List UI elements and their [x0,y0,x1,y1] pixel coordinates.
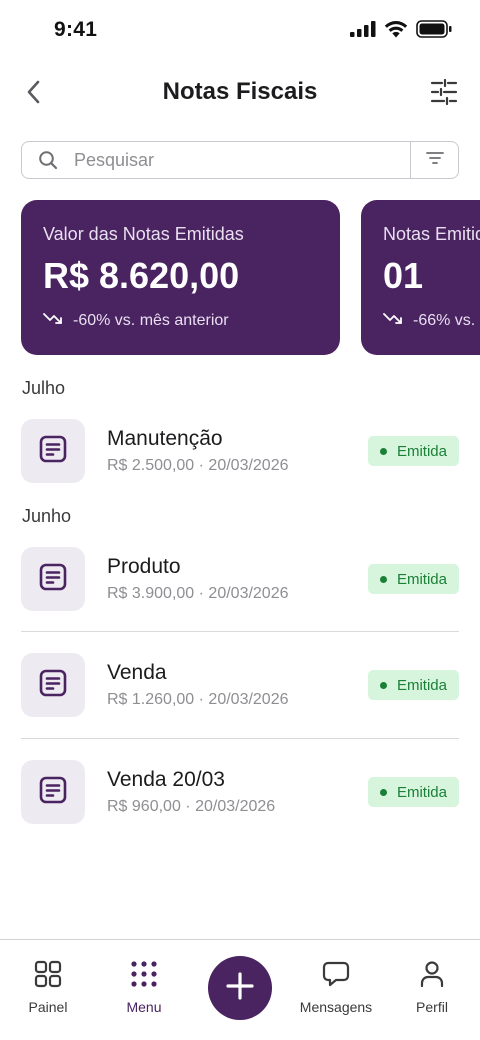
note-subtitle: R$ 1.260,00 · 20/03/2026 [107,691,368,709]
document-icon [38,668,68,703]
note-text: Manutenção R$ 2.500,00 · 20/03/2026 [107,427,368,475]
search-icon [36,148,60,172]
note-icon-tile [21,547,85,611]
status-badge: Emitida [367,777,459,807]
status-badge: Emitida [367,564,459,594]
note-title: Venda 20/03 [107,768,225,791]
status-bar: 9:41 [0,0,480,62]
note-amount: R$ 3.900,00 [107,585,195,602]
separator: · [198,691,204,708]
note-icon-tile [21,419,85,483]
status-text: Emitida [396,442,447,460]
add-button[interactable] [208,956,272,1020]
wifi-icon [384,20,408,43]
filter-icon [425,151,444,170]
card-trend: -60% vs. mês anterior [43,311,318,330]
chat-icon [322,960,350,993]
list-item[interactable]: Venda R$ 1.260,00 · 20/03/2026 Emitida [21,652,459,718]
note-amount: R$ 2.500,00 [107,457,195,474]
search-input[interactable] [60,142,410,178]
divider [21,738,459,739]
nav-label: Menu [126,999,162,1015]
document-icon [38,775,68,810]
note-subtitle: R$ 3.900,00 · 20/03/2026 [107,585,368,603]
nav-label: Painel [28,999,68,1015]
summary-card-notas[interactable]: Notas Emitidas 01 -66% vs. mês anterior [361,200,480,355]
separator: · [198,585,204,602]
card-label: Notas Emitidas [383,224,480,244]
note-subtitle: R$ 960,00 · 20/03/2026 [107,798,368,816]
signal-icon [350,21,376,42]
card-trend: -66% vs. mês anterior [383,311,480,330]
nav-label: Mensagens [299,999,373,1015]
nav-item-painel[interactable]: Painel [0,960,96,1015]
sliders-icon [430,78,458,110]
trend-down-icon [43,311,63,330]
status-dot-icon [379,681,387,689]
nav-item-perfil[interactable]: Perfil [384,960,480,1015]
note-date: 20/03/2026 [208,585,289,602]
dots-grid-icon [130,960,158,993]
summary-card-valor[interactable]: Valor das Notas Emitidas R$ 8.620,00 -60… [21,200,340,355]
summary-cards-carousel[interactable]: Valor das Notas Emitidas R$ 8.620,00 -60… [21,200,480,355]
card-trend-text: -60% vs. mês anterior [73,311,229,329]
status-text: Emitida [396,783,447,801]
document-icon [38,434,68,469]
note-text: Venda R$ 1.260,00 · 20/03/2026 [107,661,368,709]
note-amount: R$ 1.260,00 [107,691,195,708]
grid-icon [34,960,62,993]
note-date: 20/03/2026 [195,798,276,815]
battery-icon [416,20,452,43]
separator: · [198,457,204,474]
card-trend-text: -66% vs. mês anterior [413,311,480,329]
note-icon-tile [21,653,85,717]
note-text: Produto R$ 3.900,00 · 20/03/2026 [107,555,368,603]
note-title: Manutenção [107,427,223,450]
note-icon-tile [21,760,85,824]
list-item[interactable]: Manutenção R$ 2.500,00 · 20/03/2026 Emit… [21,418,459,484]
separator: · [185,798,191,815]
nav-item-mensagens[interactable]: Mensagens [288,960,384,1015]
list-item[interactable]: Produto R$ 3.900,00 · 20/03/2026 Emitida [21,546,459,612]
status-dot-icon [379,447,387,455]
note-title: Venda [107,661,167,684]
note-title: Produto [107,555,181,578]
adjustments-button[interactable] [428,78,460,110]
status-text: Emitida [396,570,447,588]
section-title-julho: Julho [22,378,66,398]
search-bar [21,141,459,179]
card-value: 01 [383,255,424,296]
divider [21,631,459,632]
status-time: 9:41 [54,18,98,41]
status-text: Emitida [396,676,447,694]
status-badge: Emitida [367,670,459,700]
section-title-junho: Junho [22,506,72,526]
note-subtitle: R$ 2.500,00 · 20/03/2026 [107,457,368,475]
note-date: 20/03/2026 [208,457,289,474]
document-icon [38,562,68,597]
nav-label: Perfil [416,999,448,1015]
nav-item-menu[interactable]: Menu [96,960,192,1015]
page-title: Notas Fiscais [162,78,318,105]
note-text: Venda 20/03 R$ 960,00 · 20/03/2026 [107,768,368,816]
note-date: 20/03/2026 [208,691,289,708]
bottom-nav: Painel Menu Mensagens Perfil [0,939,480,1040]
card-value: R$ 8.620,00 [43,255,240,296]
status-dot-icon [379,788,387,796]
status-icons [350,20,452,43]
plus-icon [225,971,255,1006]
filter-button[interactable] [410,142,458,178]
status-dot-icon [379,575,387,583]
list-item[interactable]: Venda 20/03 R$ 960,00 · 20/03/2026 Emiti… [21,759,459,825]
trend-down-icon [383,311,403,330]
header: Notas Fiscais [0,66,480,122]
card-label: Valor das Notas Emitidas [43,224,244,244]
user-icon [418,960,446,993]
note-amount: R$ 960,00 [107,798,181,815]
status-badge: Emitida [367,436,459,466]
